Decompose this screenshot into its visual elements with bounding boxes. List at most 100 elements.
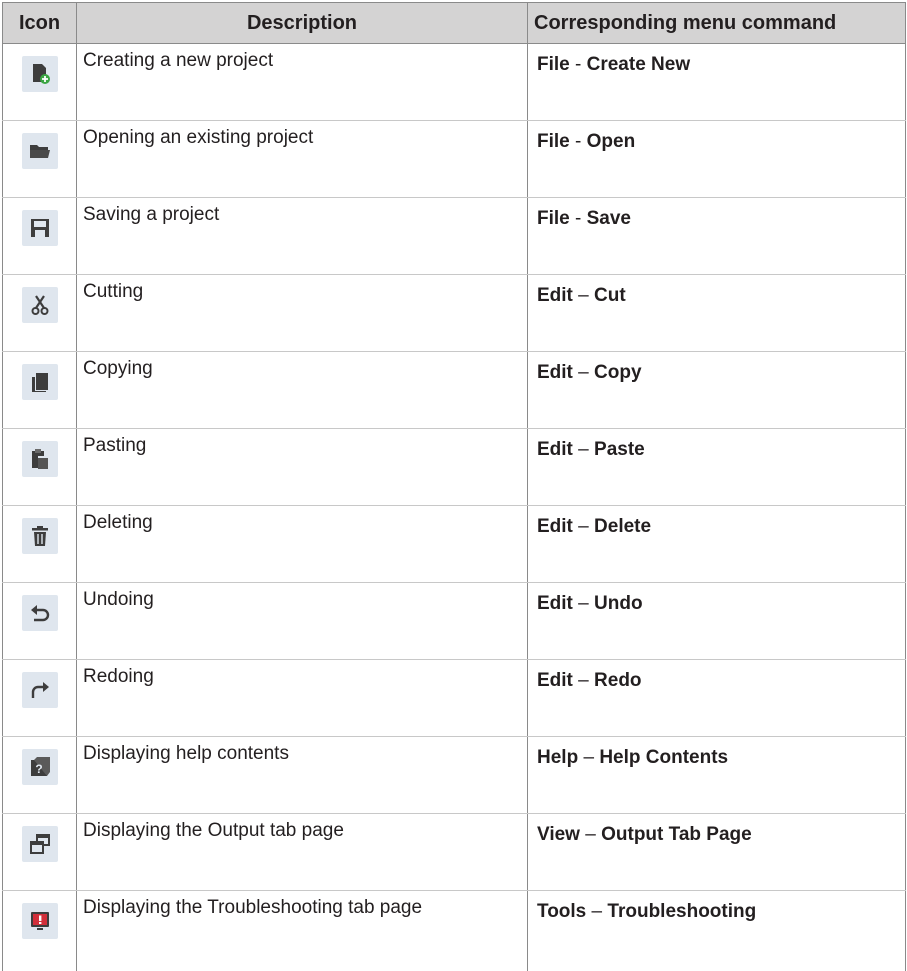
description-cell: Opening an existing project [77,121,528,198]
paste-icon [22,441,58,477]
icon-cell [3,583,77,660]
copy-icon [22,364,58,400]
icon-cell [3,891,77,971]
header-icon: Icon [3,3,77,44]
command-name: Help Contents [599,747,728,768]
command-name: Delete [594,516,651,537]
menu-name: File [537,131,570,152]
description-cell: Displaying help contents [77,737,528,814]
icon-cell [3,275,77,352]
command-name: Cut [594,285,626,306]
menu-separator: – [578,285,589,306]
table-row: Undoing Edit – Undo [3,583,906,660]
menu-name: Help [537,747,578,768]
menu-name: Edit [537,593,573,614]
undo-icon [22,595,58,631]
command-cell: Edit – Redo [528,660,906,737]
icon-cell [3,44,77,121]
command-name: Redo [594,670,642,691]
open-folder-icon [22,133,58,169]
table-row: Displaying the Troubleshooting tab page … [3,891,906,971]
icon-cell [3,506,77,583]
menu-name: Edit [537,362,573,383]
menu-separator: – [578,516,589,537]
icon-cell: ? [3,737,77,814]
command-cell: Help – Help Contents [528,737,906,814]
table-row: Pasting Edit – Paste [3,429,906,506]
table-row: Deleting Edit – Delete [3,506,906,583]
command-name: Save [587,208,631,229]
icon-cell [3,429,77,506]
redo-icon [22,672,58,708]
icon-cell [3,198,77,275]
icon-cell [3,121,77,198]
icon-cell [3,352,77,429]
menu-separator: - [575,208,581,229]
table-row: Cutting Edit – Cut [3,275,906,352]
output-window-icon [22,826,58,862]
troubleshooting-icon [22,903,58,939]
icon-cell [3,660,77,737]
command-name: Output Tab Page [601,824,752,845]
menu-name: View [537,824,580,845]
description-cell: Copying [77,352,528,429]
description-cell: Displaying the Output tab page [77,814,528,891]
table-row: Displaying the Output tab page View – Ou… [3,814,906,891]
command-cell: File - Save [528,198,906,275]
description-cell: Undoing [77,583,528,660]
table-header-row: Icon Description Corresponding menu comm… [3,3,906,44]
description-cell: Displaying the Troubleshooting tab page [77,891,528,971]
svg-text:?: ? [35,762,42,776]
command-cell: Tools – Troubleshooting [528,891,906,971]
menu-separator: – [585,824,596,845]
menu-name: Edit [537,439,573,460]
menu-separator: – [578,362,589,383]
description-cell: Cutting [77,275,528,352]
table-row: ? Displaying help contents Help – Help C… [3,737,906,814]
scissors-icon [22,287,58,323]
menu-name: File [537,54,570,75]
menu-name: File [537,208,570,229]
command-cell: Edit – Cut [528,275,906,352]
menu-separator: – [578,670,589,691]
icon-command-table: Icon Description Corresponding menu comm… [2,2,906,971]
table-row: Opening an existing project File - Open [3,121,906,198]
command-name: Troubleshooting [607,901,756,922]
command-cell: Edit – Undo [528,583,906,660]
save-icon [22,210,58,246]
help-icon: ? [22,749,58,785]
menu-name: Tools [537,901,586,922]
command-cell: Edit – Copy [528,352,906,429]
table-row: Redoing Edit – Redo [3,660,906,737]
table-row: Saving a project File - Save [3,198,906,275]
description-cell: Deleting [77,506,528,583]
menu-separator: – [578,593,589,614]
header-command: Corresponding menu command [528,3,906,44]
command-name: Undo [594,593,643,614]
command-cell: File - Create New [528,44,906,121]
command-cell: File - Open [528,121,906,198]
menu-name: Edit [537,670,573,691]
menu-name: Edit [537,516,573,537]
icon-cell [3,814,77,891]
description-cell: Creating a new project [77,44,528,121]
command-cell: Edit – Paste [528,429,906,506]
menu-separator: - [575,131,581,152]
trash-icon [22,518,58,554]
description-cell: Redoing [77,660,528,737]
description-cell: Pasting [77,429,528,506]
menu-separator: - [575,54,581,75]
command-name: Copy [594,362,642,383]
command-name: Paste [594,439,645,460]
table-row: Creating a new project File - Create New [3,44,906,121]
table-row: Copying Edit – Copy [3,352,906,429]
header-description: Description [77,3,528,44]
command-name: Open [587,131,636,152]
menu-separator: – [578,439,589,460]
menu-separator: – [583,747,594,768]
menu-name: Edit [537,285,573,306]
command-name: Create New [587,54,691,75]
description-cell: Saving a project [77,198,528,275]
command-cell: View – Output Tab Page [528,814,906,891]
menu-separator: – [592,901,603,922]
